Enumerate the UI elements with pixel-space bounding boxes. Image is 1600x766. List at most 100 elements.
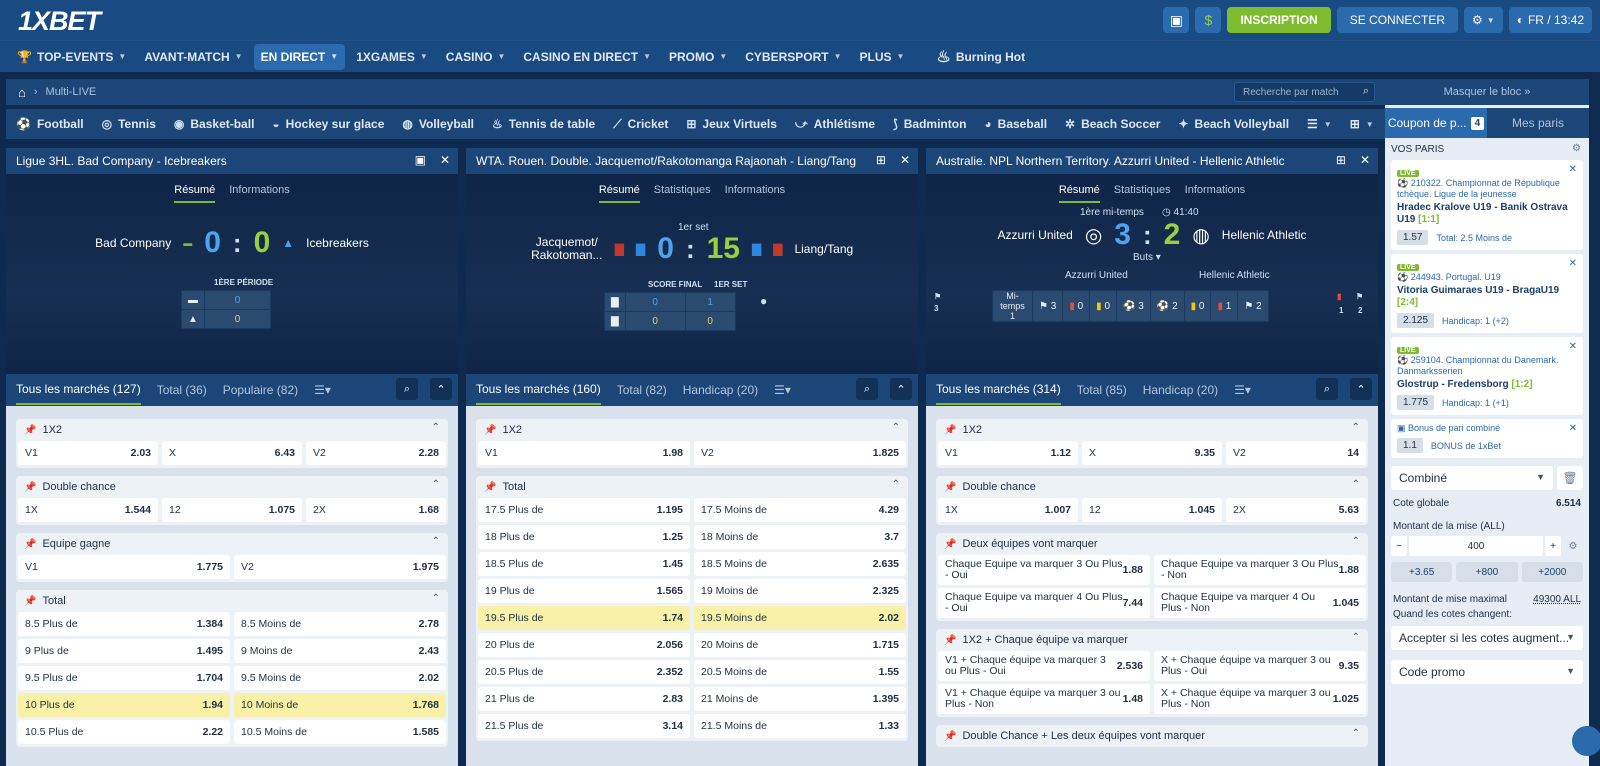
odd-cell[interactable]: V1 1.12 bbox=[938, 441, 1078, 465]
trash-icon[interactable]: 🗑 bbox=[1557, 466, 1583, 490]
tab-mes-paris[interactable]: Mes paris bbox=[1487, 108, 1589, 138]
odd-cell[interactable]: V2 1.825 bbox=[694, 441, 906, 465]
tab-resume[interactable]: Résumé bbox=[1058, 184, 1100, 203]
odds-change-select[interactable]: Accepter si les cotes augment... ▼ bbox=[1391, 626, 1583, 650]
layout-icon[interactable]: ⊞ bbox=[876, 153, 886, 167]
tab-all-markets[interactable]: Tous les marchés (127) bbox=[16, 375, 141, 405]
odd-cell[interactable]: 21 Moins de 1.395 bbox=[694, 687, 906, 711]
site-logo[interactable]: 1XBET bbox=[18, 6, 101, 37]
deposit-button[interactable]: $ bbox=[1195, 7, 1222, 33]
odd-cell[interactable]: V1 + Chaque équipe va marquer 3 ou Plus … bbox=[938, 684, 1150, 714]
tab-statistiques[interactable]: Statistiques bbox=[654, 184, 711, 203]
sport-virtual[interactable]: ⊞ Jeux Virtuels bbox=[686, 117, 777, 131]
quick-stake-button[interactable]: +3.65 bbox=[1391, 562, 1453, 582]
close-icon[interactable]: ✕ bbox=[900, 153, 910, 167]
odd-cell[interactable]: 8.5 Moins de 2.78 bbox=[234, 612, 446, 636]
sport-beach-volleyball[interactable]: ✦ Beach Volleyball bbox=[1178, 117, 1289, 131]
chevron-up-icon[interactable]: ⌃ bbox=[892, 422, 900, 433]
nav-casino-direct[interactable]: CASINO EN DIRECT ▼ bbox=[516, 44, 658, 70]
pin-icon[interactable]: 📌 bbox=[484, 482, 496, 493]
odd-cell[interactable]: X + Chaque équipe va marquer 3 ou Plus -… bbox=[1154, 651, 1366, 681]
odd-cell[interactable]: 9.5 Plus de 1.704 bbox=[18, 666, 230, 690]
odd-cell[interactable]: X 6.43 bbox=[162, 441, 302, 465]
market-menu-icon[interactable]: ☰▾ bbox=[1234, 383, 1251, 397]
sport-cricket[interactable]: ⟋ Cricket bbox=[613, 117, 668, 132]
tab-informations[interactable]: Informations bbox=[229, 184, 290, 203]
odd-cell[interactable]: V1 1.775 bbox=[18, 555, 230, 579]
odd-cell[interactable]: 21 Plus de 2.83 bbox=[478, 687, 690, 711]
chevron-up-icon[interactable]: ⌃ bbox=[1352, 536, 1360, 547]
odd-cell[interactable]: 9 Moins de 2.43 bbox=[234, 639, 446, 663]
collapse-icon[interactable]: ⌃ bbox=[430, 378, 452, 400]
tab-statistiques[interactable]: Statistiques bbox=[1114, 184, 1171, 203]
tab-total[interactable]: Total (36) bbox=[157, 383, 207, 397]
settings-button[interactable]: ⚙ ▼ bbox=[1464, 7, 1503, 33]
gift-icon[interactable]: ▣ bbox=[1163, 7, 1190, 33]
odd-cell[interactable]: 18.5 Plus de 1.45 bbox=[478, 552, 690, 576]
tab-populaire[interactable]: Populaire (82) bbox=[223, 383, 298, 397]
bet-type-select[interactable]: Combiné ▼ bbox=[1391, 466, 1553, 490]
video-icon[interactable]: ▣ bbox=[415, 153, 426, 167]
odd-cell[interactable]: 17.5 Plus de 1.195 bbox=[478, 498, 690, 522]
odd-cell[interactable]: 21.5 Plus de 3.14 bbox=[478, 714, 690, 738]
pin-icon[interactable]: 📌 bbox=[944, 539, 956, 550]
remove-bonus-icon[interactable]: ✕ bbox=[1569, 423, 1577, 434]
odd-cell[interactable]: 20.5 Plus de 2.352 bbox=[478, 660, 690, 684]
breadcrumb-multi-live[interactable]: Multi-LIVE bbox=[46, 86, 97, 98]
nav-en-direct[interactable]: EN DIRECT ▼ bbox=[253, 43, 346, 70]
odd-cell[interactable]: 19.5 Moins de 2.02 bbox=[694, 606, 906, 630]
pin-icon[interactable]: 📌 bbox=[944, 731, 956, 742]
sport-hockey[interactable]: ◒ Hockey sur glace bbox=[272, 117, 384, 131]
tab-total[interactable]: Total (82) bbox=[617, 383, 667, 397]
odd-cell[interactable]: 17.5 Moins de 4.29 bbox=[694, 498, 906, 522]
tab-coupon[interactable]: Coupon de p... 4 bbox=[1385, 108, 1487, 138]
tab-handicap[interactable]: Handicap (20) bbox=[1143, 383, 1218, 397]
chevron-up-icon[interactable]: ⌃ bbox=[1352, 728, 1360, 739]
odd-cell[interactable]: 18 Moins de 3.7 bbox=[694, 525, 906, 549]
market-menu-icon[interactable]: ☰▾ bbox=[314, 383, 331, 397]
sport-beach-soccer[interactable]: ✲ Beach Soccer bbox=[1065, 117, 1160, 131]
tab-all-markets[interactable]: Tous les marchés (160) bbox=[476, 375, 601, 405]
sport-badminton[interactable]: ⟆ Badminton bbox=[893, 117, 966, 131]
chevron-up-icon[interactable]: ⌃ bbox=[892, 479, 900, 490]
hide-block-button[interactable]: Masquer le bloc » bbox=[1385, 79, 1589, 105]
odd-cell[interactable]: 10.5 Moins de 1.585 bbox=[234, 720, 446, 744]
odd-cell[interactable]: V1 1.98 bbox=[478, 441, 690, 465]
nav-plus[interactable]: PLUS ▼ bbox=[853, 44, 912, 70]
search-icon[interactable]: ⌕ bbox=[1363, 85, 1369, 98]
nav-burning-hot[interactable]: ♨ Burning Hot bbox=[929, 44, 1032, 70]
chevron-up-icon[interactable]: ⌃ bbox=[432, 422, 440, 433]
odd-cell[interactable]: 21.5 Moins de 1.33 bbox=[694, 714, 906, 738]
odd-cell[interactable]: 10 Moins de 1.768 bbox=[234, 693, 446, 717]
collapse-icon[interactable]: ⌃ bbox=[1350, 378, 1372, 400]
esports-menu[interactable]: ⊞ ▼ bbox=[1350, 117, 1374, 131]
odd-cell[interactable]: 9.5 Moins de 2.02 bbox=[234, 666, 446, 690]
odd-cell[interactable]: 10.5 Plus de 2.22 bbox=[18, 720, 230, 744]
quick-stake-button[interactable]: +2000 bbox=[1521, 562, 1583, 582]
tab-informations[interactable]: Informations bbox=[1185, 184, 1246, 203]
sport-volleyball[interactable]: ◍ Volleyball bbox=[402, 117, 474, 131]
pin-icon[interactable]: 📌 bbox=[24, 539, 36, 550]
pin-icon[interactable]: 📌 bbox=[24, 482, 36, 493]
odd-cell[interactable]: Chaque Equipe va marquer 3 Ou Plus - Non… bbox=[1154, 555, 1366, 585]
gear-icon[interactable]: ⚙ bbox=[1572, 143, 1581, 154]
remove-bet-icon[interactable]: ✕ bbox=[1569, 341, 1577, 352]
language-selector[interactable]: ◐ FR / 13:42 bbox=[1508, 7, 1592, 33]
login-button[interactable]: SE CONNECTER bbox=[1336, 7, 1459, 33]
pin-icon[interactable]: 📌 bbox=[944, 482, 956, 493]
odd-cell[interactable]: 20.5 Moins de 1.55 bbox=[694, 660, 906, 684]
decrease-stake-button[interactable]: − bbox=[1391, 536, 1407, 556]
odd-cell[interactable]: X 9.35 bbox=[1082, 441, 1222, 465]
remove-bet-icon[interactable]: ✕ bbox=[1569, 164, 1577, 175]
match-search-input[interactable]: Recherche par match ⌕ bbox=[1234, 82, 1375, 102]
odd-cell[interactable]: V2 2.28 bbox=[306, 441, 446, 465]
odd-cell[interactable]: 1X 1.007 bbox=[938, 498, 1078, 522]
chevron-up-icon[interactable]: ⌃ bbox=[1352, 422, 1360, 433]
odd-cell[interactable]: 1X 1.544 bbox=[18, 498, 158, 522]
chevron-up-icon[interactable]: ⌃ bbox=[1352, 632, 1360, 643]
chat-support-button[interactable] bbox=[1572, 726, 1600, 756]
nav-cybersport[interactable]: CYBERSPORT ▼ bbox=[738, 44, 848, 70]
nav-top-events[interactable]: 🏆 TOP-EVENTS ▼ bbox=[10, 44, 133, 70]
tab-handicap[interactable]: Handicap (20) bbox=[683, 383, 758, 397]
nav-promo[interactable]: PROMO ▼ bbox=[662, 44, 734, 70]
